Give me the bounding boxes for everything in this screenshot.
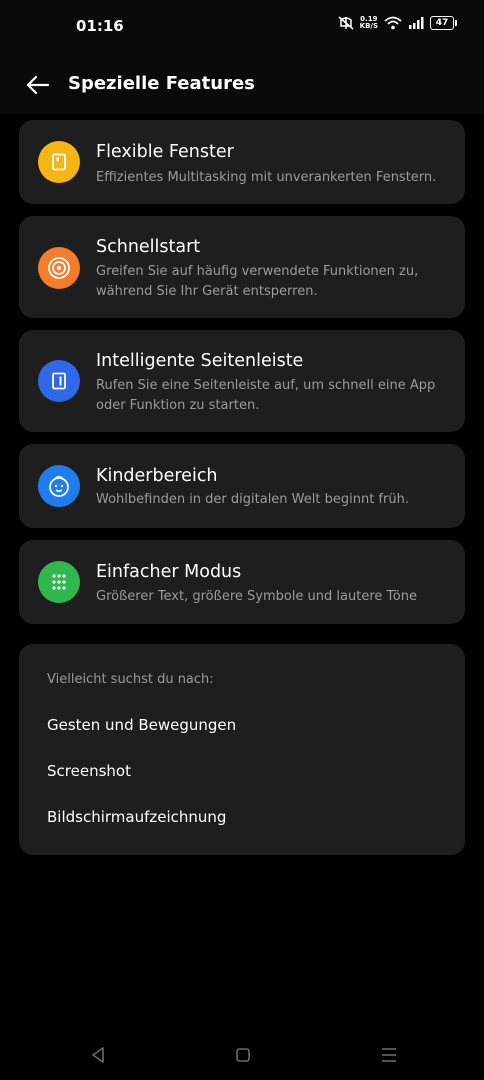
- feature-title: Intelligente Seitenleiste: [96, 351, 304, 371]
- status-bar: 01:16 0.19 KB/S 47: [0, 0, 484, 56]
- battery-indicator: 47: [430, 16, 457, 30]
- mute-icon: [338, 16, 354, 30]
- nav-menu-icon[interactable]: [378, 1044, 400, 1066]
- nav-back-icon[interactable]: [88, 1044, 110, 1066]
- child-face-icon: [38, 465, 80, 507]
- window-icon: [38, 141, 80, 183]
- feature-card-simple-mode[interactable]: Einfacher Modus Größerer Text, größere S…: [19, 540, 465, 624]
- feature-card-flexible-windows[interactable]: Flexible Fenster Effizientes Multitaskin…: [19, 120, 465, 204]
- feature-title: Schnellstart: [96, 237, 201, 257]
- feature-description: Rufen Sie eine Seitenleiste auf, um schn…: [96, 378, 436, 413]
- feature-card-quick-launch[interactable]: Schnellstart Greifen Sie auf häufig verw…: [19, 216, 465, 318]
- wifi-icon: [384, 16, 402, 30]
- navigation-bar: [0, 1030, 484, 1080]
- suggestions-card: Vielleicht suchst du nach: Gesten und Be…: [19, 644, 465, 855]
- sidebar-icon: [38, 360, 80, 402]
- status-icons: 0.19 KB/S 47: [338, 16, 457, 30]
- feature-description: Effizientes Multitasking mit unverankert…: [96, 170, 437, 185]
- suggestions-title: Vielleicht suchst du nach:: [47, 672, 214, 687]
- feature-card-kids-space[interactable]: Kinderbereich Wohlbefinden in der digita…: [19, 444, 465, 528]
- feature-title: Kinderbereich: [96, 466, 218, 486]
- feature-description: Greifen Sie auf häufig verwendete Funkti…: [96, 264, 419, 299]
- nav-home-icon[interactable]: [232, 1044, 254, 1066]
- net-speed-unit: KB/S: [359, 22, 378, 30]
- back-arrow-icon[interactable]: [22, 70, 52, 100]
- suggestion-screen-recording[interactable]: Bildschirmaufzeichnung: [47, 808, 226, 826]
- net-speed: 0.19 KB/S: [360, 16, 378, 30]
- page-title: Spezielle Features: [68, 73, 255, 94]
- status-time: 01:16: [76, 17, 124, 35]
- feature-title: Einfacher Modus: [96, 562, 242, 582]
- feature-description: Größerer Text, größere Symbole und laute…: [96, 589, 417, 604]
- grid-dots-icon: [38, 561, 80, 603]
- suggestion-screenshot[interactable]: Screenshot: [47, 762, 131, 780]
- signal-icon: [409, 17, 424, 29]
- feature-description: Wohlbefinden in der digitalen Welt begin…: [96, 492, 409, 507]
- app-header: Spezielle Features: [0, 56, 484, 114]
- target-icon: [38, 247, 80, 289]
- feature-card-smart-sidebar[interactable]: Intelligente Seitenleiste Rufen Sie eine…: [19, 330, 465, 432]
- feature-title: Flexible Fenster: [96, 142, 234, 162]
- suggestion-gestures[interactable]: Gesten und Bewegungen: [47, 716, 236, 734]
